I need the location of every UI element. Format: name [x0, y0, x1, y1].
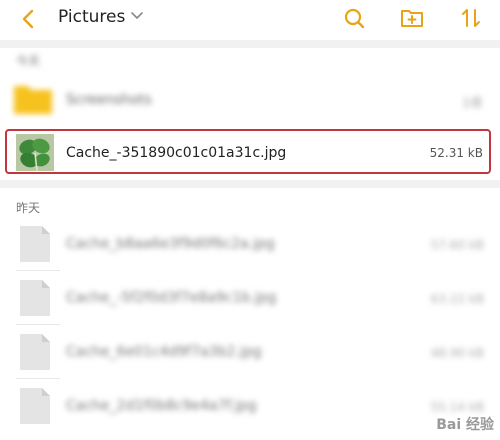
document-icon	[20, 280, 50, 316]
file-size: 48.90 kB	[430, 346, 484, 360]
file-name: Cache_b8aa6e3f9d0f6c2a.jpg	[66, 236, 275, 252]
page-title: Pictures	[58, 7, 126, 27]
file-size: 57.60 kB	[430, 238, 484, 252]
chevron-down-icon[interactable]	[130, 11, 144, 21]
highlight-box	[5, 129, 491, 174]
folder-row[interactable]: Screenshots 1项	[0, 76, 500, 126]
row-divider	[16, 324, 60, 325]
watermark: Bai 经验	[436, 417, 494, 433]
new-folder-icon[interactable]	[400, 6, 424, 30]
file-size: 63.22 kB	[430, 292, 484, 306]
list-item[interactable]: Cache_-5f2f0d3f7e8a9c1b.jpg 63.22 kB	[0, 272, 500, 324]
folder-icon	[14, 86, 52, 114]
top-bar: Pictures	[0, 0, 500, 40]
folder-meta: 1项	[462, 96, 482, 110]
section-separator	[0, 40, 500, 48]
folder-name: Screenshots	[66, 92, 152, 108]
search-icon[interactable]	[342, 6, 366, 30]
file-name: Cache_-5f2f0d3f7e8a9c1b.jpg	[66, 290, 277, 306]
file-size: 55.14 kB	[430, 400, 484, 414]
document-icon	[20, 334, 50, 370]
back-arrow-icon[interactable]	[18, 8, 40, 30]
list-item[interactable]: Cache_6e01c4d9f7a3b2.jpg 48.90 kB	[0, 326, 500, 378]
file-name: Cache_2d1f0b8c9e4a7f.jpg	[66, 398, 257, 414]
sort-icon[interactable]	[459, 6, 483, 30]
row-divider	[16, 378, 60, 379]
list-item[interactable]: Cache_b8aa6e3f9d0f6c2a.jpg 57.60 kB	[0, 218, 500, 270]
list-item[interactable]: Cache_2d1f0b8c9e4a7f.jpg 55.14 kB	[0, 380, 500, 432]
row-divider	[16, 270, 60, 271]
section-separator	[0, 180, 500, 188]
document-icon	[20, 226, 50, 262]
group-label-today: 今天	[16, 54, 41, 68]
file-name: Cache_6e01c4d9f7a3b2.jpg	[66, 344, 262, 360]
document-icon	[20, 388, 50, 424]
group-label-yesterday: 昨天	[16, 201, 41, 215]
